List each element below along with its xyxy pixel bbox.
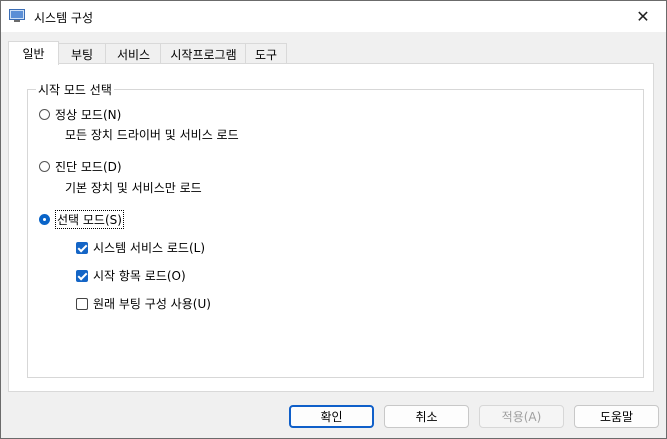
tab-strip: 일반 부팅 서비스 시작프로그램 도구 [8,41,648,65]
tab-general[interactable]: 일반 [8,41,59,65]
close-button[interactable]: ✕ [620,1,666,32]
load-system-services-checkbox[interactable]: 시스템 서비스 로드(L) [76,239,205,256]
msconfig-app-icon [9,9,25,22]
normal-startup-description: 모든 장치 드라이버 및 서비스 로드 [65,128,239,142]
radio-indicator [39,109,50,120]
tab-boot[interactable]: 부팅 [57,43,107,64]
selective-startup-label: 선택 모드(S) [55,210,124,229]
load-startup-items-label: 시작 항목 로드(O) [93,269,186,283]
ok-button-label: 확인 [320,410,343,424]
diagnostic-startup-label: 진단 모드(D) [55,160,122,174]
title-bar: 시스템 구성 ✕ [1,1,666,32]
tab-services[interactable]: 서비스 [105,43,162,64]
window-title: 시스템 구성 [34,11,94,25]
diagnostic-startup-description: 기본 장치 및 서비스만 로드 [65,181,202,195]
tab-tools-label: 도구 [254,47,278,62]
general-tab-panel: 시작 모드 선택 정상 모드(N) 모든 장치 드라이버 및 서비스 로드 진단… [8,63,654,392]
ok-button[interactable]: 확인 [289,405,374,428]
cancel-button[interactable]: 취소 [384,405,469,428]
normal-startup-label: 정상 모드(N) [55,108,122,122]
tab-boot-label: 부팅 [70,47,94,62]
use-original-boot-config-label: 원래 부팅 구성 사용(U) [93,297,211,311]
close-icon: ✕ [636,7,650,26]
load-system-services-label: 시스템 서비스 로드(L) [93,241,205,255]
tab-general-label: 일반 [22,47,45,61]
use-original-boot-config-checkbox[interactable]: 원래 부팅 구성 사용(U) [76,295,211,312]
checkbox-checked-icon [76,269,88,282]
apply-button[interactable]: 적용(A) [479,405,564,428]
tab-startup-label: 시작프로그램 [170,47,237,62]
tab-services-label: 서비스 [116,47,151,62]
load-startup-items-checkbox[interactable]: 시작 항목 로드(O) [76,267,186,284]
tab-startup[interactable]: 시작프로그램 [160,43,247,64]
group-legend: 시작 모드 선택 [36,81,114,98]
radio-indicator [39,161,50,172]
selective-startup-radio[interactable]: 선택 모드(S) [39,210,124,229]
help-button-label: 도움말 [599,410,634,424]
cancel-button-label: 취소 [415,410,438,424]
diagnostic-startup-radio[interactable]: 진단 모드(D) [39,158,122,175]
system-configuration-window: 시스템 구성 ✕ 일반 부팅 서비스 시작프로그램 도구 시작 모드 선택 정상… [0,0,667,439]
radio-indicator-selected [39,214,50,225]
tab-tools[interactable]: 도구 [245,43,287,64]
startup-selection-group: 시작 모드 선택 정상 모드(N) 모든 장치 드라이버 및 서비스 로드 진단… [27,81,644,378]
checkbox-unchecked-icon [76,297,88,310]
apply-button-label: 적용(A) [501,410,542,424]
checkbox-checked-icon [76,241,88,254]
normal-startup-radio[interactable]: 정상 모드(N) [39,106,121,123]
help-button[interactable]: 도움말 [574,405,659,428]
